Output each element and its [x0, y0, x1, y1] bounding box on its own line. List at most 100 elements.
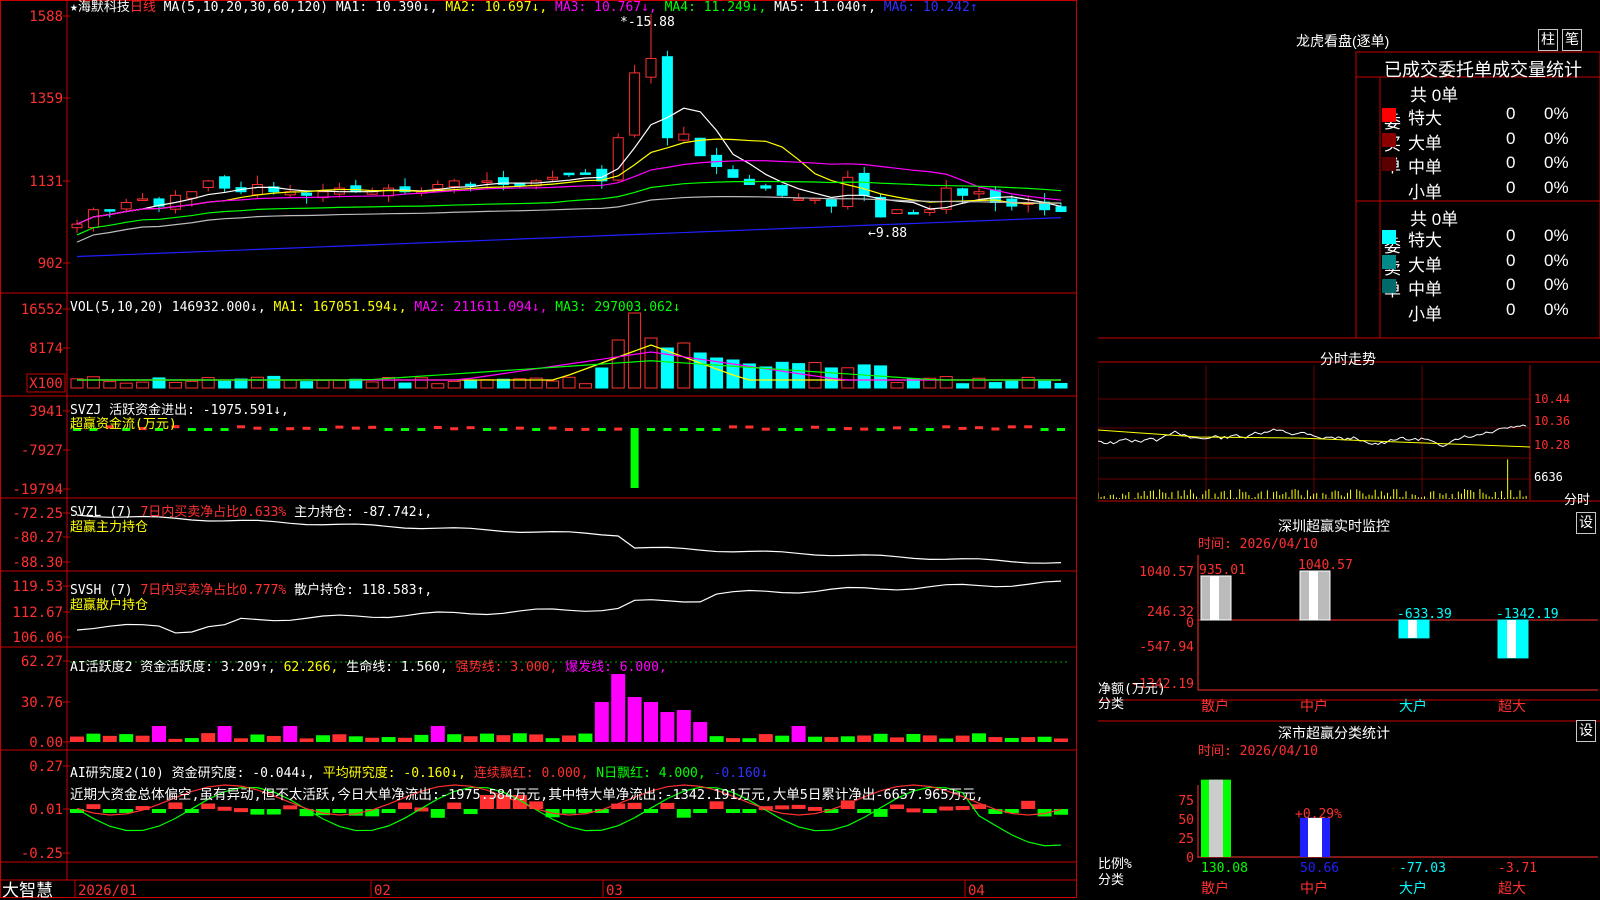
- svzl-title-part: 主力持仓: -87.742↓,: [286, 505, 433, 520]
- ai-research-bar: [562, 809, 576, 814]
- candle-down: [350, 185, 362, 193]
- svzl-title-part: 7日内买卖净占比0.633%: [140, 505, 287, 520]
- volume-bar: [332, 379, 346, 389]
- volume-title: VOL(5,10,20) 146932.000↓, MA1: 167051.59…: [70, 301, 681, 315]
- monitor-value-label: 1040.57: [1298, 558, 1353, 573]
- svzj-bar: [1024, 425, 1033, 429]
- volume-bar: [939, 376, 953, 389]
- candle-up: [547, 176, 559, 180]
- ai-active-title: AI活跃度2 资金活跃度: 3.209↑, 62.266, 生命线: 1.560…: [70, 661, 667, 675]
- order-value: 0: [1506, 104, 1516, 123]
- class-category-label: 散户: [1201, 880, 1229, 897]
- ai-active-bar: [644, 702, 658, 742]
- class-settings-button[interactable]: 设: [1576, 720, 1596, 742]
- svzj-bar: [581, 427, 590, 431]
- ai-research-bar: [463, 809, 478, 815]
- stock-chart-area[interactable]: 1588 1359 1131 902 16552 8174 X100 3941 -7927 -19…: [0, 0, 1098, 900]
- volume-bar: [1005, 380, 1019, 389]
- ai-active-bar: [234, 738, 248, 742]
- ai-active-bar: [742, 738, 757, 742]
- ai-active-bar: [972, 733, 986, 742]
- svzl-title-part: SVZL (7): [70, 505, 141, 520]
- date-label: 02: [374, 883, 391, 899]
- ai-active-bar: [660, 712, 675, 742]
- ai-research-bar: [430, 809, 445, 818]
- ai-research-title-part: -0.160↓: [705, 766, 769, 781]
- svzj-bar: [384, 428, 393, 431]
- ai-research-bar: [791, 804, 806, 809]
- svzj-y-tick: -19794: [12, 482, 63, 498]
- candle-down: [579, 172, 591, 175]
- ai-research-bar: [627, 802, 642, 809]
- ai-research-bar: [955, 806, 970, 811]
- class-bar-highlight: [1308, 817, 1322, 857]
- svzj-bar: [319, 428, 327, 431]
- svsh-y-tick: 112.67: [12, 605, 63, 621]
- ai-research-bar: [447, 802, 462, 809]
- class-time: 时间: 2026/04/10: [1198, 744, 1318, 759]
- svzj-title: SVZJ 活跃资金进出: -1975.591↓,: [70, 404, 289, 418]
- svzj-bar: [991, 427, 1000, 431]
- svzj-bar: [712, 428, 721, 431]
- ai-research-bar: [742, 809, 757, 813]
- svzj-bar: [745, 425, 754, 429]
- monitor-xlabel: 分类: [1098, 697, 1125, 712]
- monitor-bar-highlight: [1210, 575, 1219, 620]
- volume-y-tick: 16552: [21, 302, 63, 318]
- tick-view-button[interactable]: 笔: [1562, 29, 1582, 51]
- ai-active-bar: [135, 735, 150, 742]
- ai-active-y-tick: 0.00: [29, 735, 63, 751]
- ai-active-bar: [480, 733, 494, 742]
- ai-research-bar: [398, 802, 412, 809]
- date-label: 2026/01: [78, 883, 137, 899]
- ai-active-bar: [119, 734, 134, 742]
- class-category-label: 超大: [1498, 881, 1526, 897]
- volume-bar: [956, 383, 970, 389]
- volume-bar: [595, 367, 609, 389]
- class-value-label: 50.66: [1300, 861, 1339, 876]
- svzj-bar: [565, 427, 573, 431]
- ai-research-bar: [906, 808, 921, 813]
- svzj-bar: [597, 428, 606, 431]
- candle-down: [465, 183, 477, 187]
- monitor-value-label: -1342.19: [1496, 607, 1559, 622]
- order-pct: 0%: [1544, 128, 1569, 148]
- bar-view-button[interactable]: 柱: [1538, 29, 1558, 51]
- svzj-y-tick: 3941: [29, 404, 63, 420]
- order-value: 0: [1506, 250, 1516, 270]
- monitor-settings-button[interactable]: 设: [1576, 512, 1596, 534]
- candle-up: [973, 191, 985, 195]
- candle-down: [1055, 206, 1067, 213]
- svzj-bar: [827, 428, 836, 431]
- ai-active-title-part: 爆发线: 6.000,: [557, 660, 667, 675]
- brand-label[interactable]: 大智慧: [2, 882, 53, 900]
- svsh-y-tick: 119.53: [12, 579, 63, 595]
- ai-active-bar: [217, 726, 232, 742]
- intraday-footer: 分时: [1564, 493, 1591, 508]
- monitor-value-label: -633.39: [1397, 607, 1452, 622]
- svzj-bar: [663, 428, 672, 431]
- volume-bar: [578, 383, 592, 389]
- kline-title: ★海默科技日线 MA(5,10,20,30,60,120) MA1: 10.39…: [70, 1, 978, 15]
- ai-active-title-part: 生命线: 1.560,: [338, 660, 448, 675]
- svzj-bar: [778, 428, 787, 431]
- svzj-bar: [548, 426, 557, 430]
- ai-research-bar: [1021, 800, 1036, 809]
- ai-active-bar: [1054, 738, 1068, 742]
- order-name: 小单: [1408, 304, 1442, 324]
- class-stats-title: 深市超赢分类统计: [1278, 725, 1390, 741]
- monitor-bar-highlight: [1309, 571, 1318, 620]
- svzj-bar: [909, 428, 918, 431]
- kline-title-part: MA4: 11.249↓,: [656, 0, 767, 15]
- monitor-category-label: 中户: [1300, 698, 1328, 715]
- order-name: 小单: [1408, 182, 1442, 202]
- ai-active-bar: [463, 736, 478, 742]
- ai-active-bar: [447, 734, 462, 742]
- candle-up: [432, 184, 444, 190]
- low-price-label: ←9.88: [868, 226, 907, 241]
- ai-active-bar: [332, 734, 347, 742]
- order-color-swatch: [1382, 108, 1396, 122]
- ai-research-bar: [857, 809, 872, 813]
- ai-research-bar: [102, 809, 117, 813]
- ai-active-y-tick: 62.27: [21, 654, 63, 670]
